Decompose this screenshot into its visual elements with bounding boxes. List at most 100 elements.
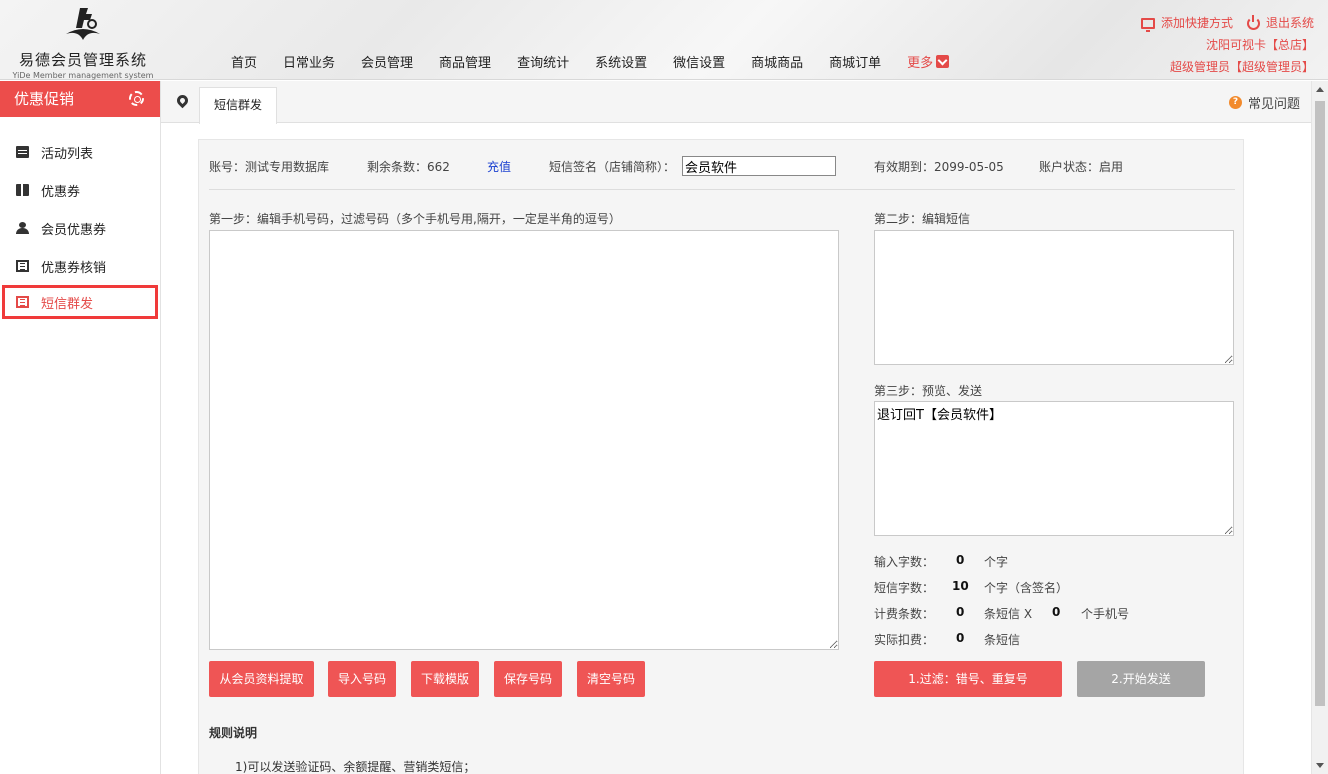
account-status: 账户状态：启用 (1039, 160, 1124, 174)
sidebar-item-label: 活动列表 (41, 146, 94, 162)
download-template-button[interactable]: 下载模版 (411, 661, 479, 697)
step2-label: 第二步：编辑短信 (874, 212, 971, 226)
question-bubble-icon: ? (1228, 96, 1242, 109)
gear-icon[interactable] (129, 91, 144, 106)
tab-bar: 短信群发 ? 常见问题 (161, 81, 1328, 124)
sms-count-label: 短信字数： (874, 581, 935, 595)
actual-count-label: 实际扣费： (874, 633, 935, 647)
input-count-label: 输入字数： (874, 555, 935, 569)
gift-icon (16, 184, 29, 196)
sidebar-item-sms-broadcast[interactable]: 短信群发 (2, 285, 158, 319)
faq-link[interactable]: ? 常见问题 (1228, 93, 1300, 112)
logo[interactable]: 易德会员管理系统 YiDe Member management system (8, 4, 158, 80)
power-icon (1246, 14, 1260, 30)
logout-label: 退出系统 (1265, 16, 1314, 30)
list-icon (16, 260, 29, 272)
nav-home[interactable]: 首页 (218, 52, 270, 71)
current-store[interactable]: 沈阳可视卡【总店】 (1141, 34, 1314, 56)
filter-numbers-button[interactable]: 1.过滤：错号、重复号 (874, 661, 1062, 697)
logo-mark-icon (66, 8, 100, 40)
chevron-down-icon (936, 55, 950, 68)
save-numbers-button[interactable]: 保存号码 (494, 661, 562, 697)
current-user[interactable]: 超级管理员【超级管理员】 (1141, 56, 1314, 78)
sidebar-item-coupon-redeem[interactable]: 优惠券核销 (0, 247, 160, 285)
sidebar-item-activity-list[interactable]: 活动列表 (0, 133, 160, 171)
vertical-scrollbar[interactable] (1311, 81, 1328, 774)
sidebar-item-label: 短信群发 (41, 296, 94, 312)
calendar-icon (16, 146, 29, 158)
step1-label: 第一步：编辑手机号码，过滤号码（多个手机号用,隔开，一定是半角的逗号） (209, 212, 621, 226)
sidebar-item-member-coupons[interactable]: 会员优惠券 (0, 209, 160, 247)
scroll-up-icon[interactable] (1316, 87, 1324, 92)
sms-content-textarea[interactable] (874, 230, 1234, 365)
scroll-down-icon[interactable] (1316, 763, 1324, 768)
sidebar-item-label: 会员优惠券 (41, 222, 107, 238)
sidebar-title-label: 优惠促销 (14, 90, 75, 108)
sidebar-item-coupons[interactable]: 优惠券 (0, 171, 160, 209)
faq-label: 常见问题 (1247, 97, 1300, 112)
account-info-row: 账号：测试专用数据库 剩余条数：662 充值 短信签名（店铺简称）： 有效期到：… (209, 156, 1235, 188)
sms-signature-input[interactable] (682, 156, 836, 176)
input-count-value: 0 (956, 553, 965, 567)
nav-system-settings[interactable]: 系统设置 (582, 52, 660, 71)
scroll-thumb[interactable] (1315, 101, 1325, 706)
add-shortcut-link[interactable]: 添加快捷方式 (1140, 12, 1233, 34)
rules-title: 规则说明 (209, 726, 258, 740)
sms-count-value: 10 (952, 579, 969, 593)
phone-count-value: 0 (1052, 605, 1061, 619)
extract-from-members-button[interactable]: 从会员资料提取 (209, 661, 314, 697)
input-count-unit: 个字 (984, 555, 1009, 569)
phone-numbers-textarea[interactable] (209, 230, 839, 650)
sms-preview-textarea[interactable]: 退订回T【会员软件】 (874, 401, 1234, 536)
sms-count-unit: 个字（含签名） (984, 581, 1069, 595)
nav-mall-orders[interactable]: 商城订单 (816, 52, 894, 71)
nav-wechat-settings[interactable]: 微信设置 (660, 52, 738, 71)
clear-numbers-button[interactable]: 清空号码 (577, 661, 645, 697)
phone-count-unit: 个手机号 (1081, 607, 1130, 621)
header-user-area: 添加快捷方式 退出系统 沈阳可视卡【总店】 超级管理员【超级管理员】 (1140, 12, 1314, 78)
account-name: 账号：测试专用数据库 (209, 160, 330, 174)
remaining-count: 剩余条数：662 (367, 160, 450, 174)
tab-sms-broadcast[interactable]: 短信群发 (199, 87, 277, 124)
actual-deduction: 实际扣费： 0 条短信 (874, 631, 1020, 648)
divider (209, 189, 1235, 190)
nav-daily-business[interactable]: 日常业务 (270, 52, 348, 71)
logo-subtitle: YiDe Member management system (12, 71, 154, 80)
nav-member-management[interactable]: 会员管理 (348, 52, 426, 71)
expiry-date: 有效期到：2099-05-05 (874, 160, 1004, 174)
rule-item: 1)可以发送验证码、余额提醒、营销类短信； (235, 760, 476, 774)
sms-char-count: 短信字数： 10 个字（含签名） (874, 579, 1068, 596)
actual-count-value: 0 (956, 631, 965, 645)
bill-count-unit: 条短信 X (984, 607, 1033, 621)
sms-signature-label: 短信签名（店铺简称）： (549, 160, 676, 174)
actual-count-unit: 条短信 (984, 633, 1021, 647)
user-icon (16, 222, 29, 234)
list-icon (16, 296, 29, 308)
nav-more-label: 更多 (907, 56, 934, 71)
input-char-count: 输入字数： 0 个字 (874, 553, 1008, 570)
import-numbers-button[interactable]: 导入号码 (328, 661, 396, 697)
main-nav: 首页 日常业务 会员管理 商品管理 查询统计 系统设置 微信设置 商城商品 商城… (218, 52, 962, 71)
bill-count-value: 0 (956, 605, 965, 619)
add-shortcut-label: 添加快捷方式 (1160, 16, 1233, 30)
location-pin-icon (174, 92, 191, 109)
step3-label: 第三步：预览、发送 (874, 384, 983, 398)
nav-mall-products[interactable]: 商城商品 (738, 52, 816, 71)
nav-more[interactable]: 更多 (894, 52, 962, 71)
logout-link[interactable]: 退出系统 (1246, 12, 1314, 34)
logo-title: 易德会员管理系统 (18, 51, 147, 69)
sidebar-item-label: 优惠券核销 (41, 260, 107, 276)
sidebar-item-label: 优惠券 (41, 184, 81, 200)
bill-count-label: 计费条数： (874, 607, 935, 621)
nav-product-management[interactable]: 商品管理 (426, 52, 504, 71)
recharge-link[interactable]: 充值 (487, 158, 511, 176)
start-send-button[interactable]: 2.开始发送 (1077, 661, 1205, 697)
sidebar-menu: 活动列表 优惠券 会员优惠券 优惠券核销 短信群发 (0, 133, 160, 319)
monitor-icon (1140, 17, 1155, 32)
nav-query-stats[interactable]: 查询统计 (504, 52, 582, 71)
sidebar-title: 优惠促销 (0, 81, 160, 117)
sms-panel: 账号：测试专用数据库 剩余条数：662 充值 短信签名（店铺简称）： 有效期到：… (198, 139, 1244, 774)
top-header: 易德会员管理系统 YiDe Member management system 首… (0, 0, 1328, 80)
billing-count: 计费条数： 0 条短信 X 0 个手机号 (874, 605, 1129, 622)
sidebar: 优惠促销 活动列表 优惠券 会员优惠券 优惠券核销 短信群发 (0, 81, 161, 774)
